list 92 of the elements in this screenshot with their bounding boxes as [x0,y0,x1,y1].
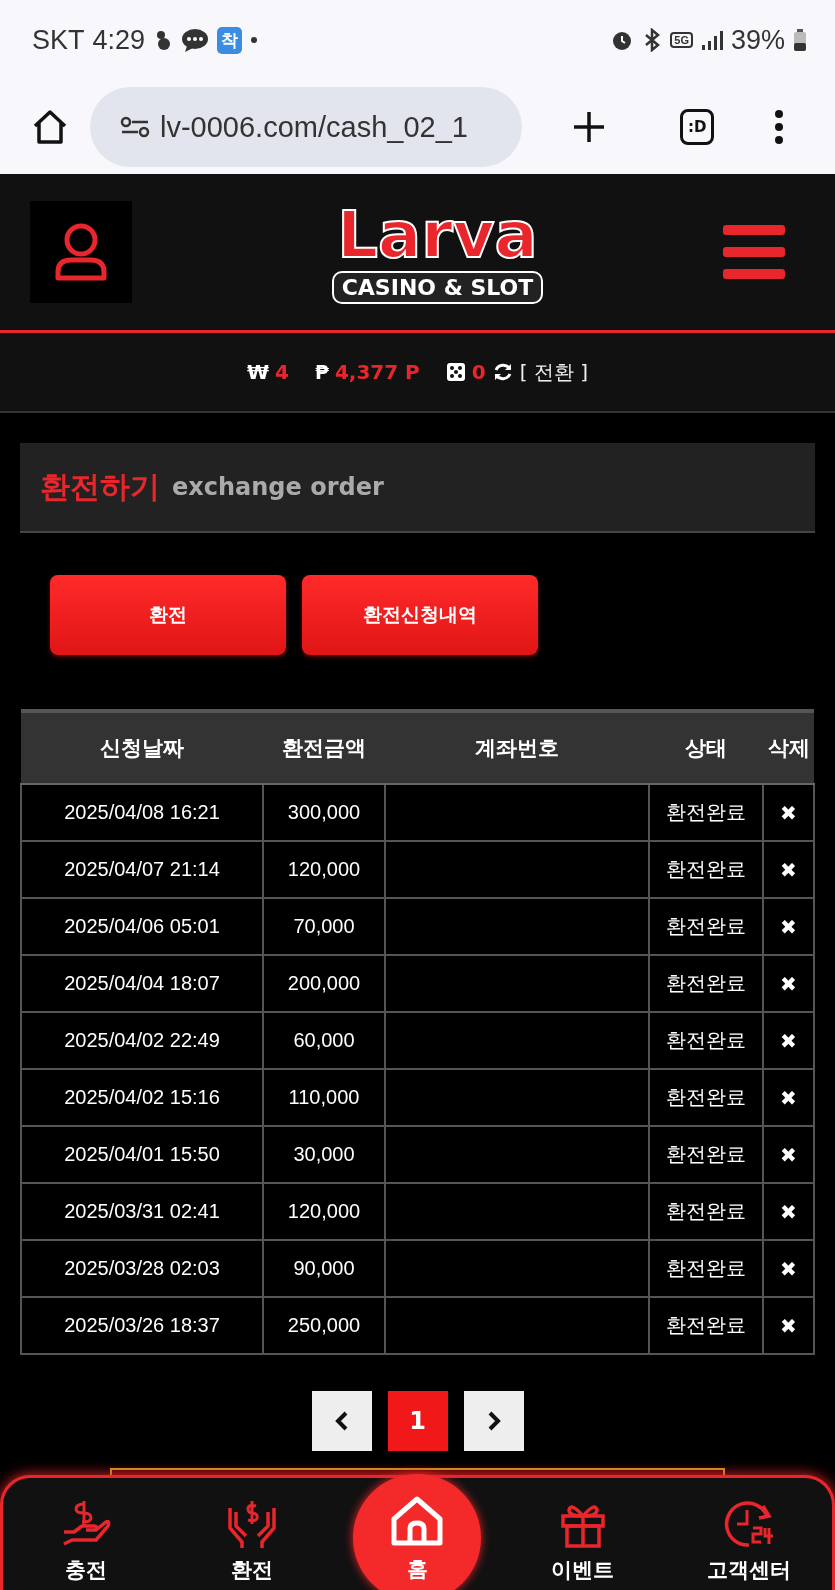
logo-subtitle: CASINO & SLOT [331,270,544,304]
column-header: 삭제 [763,711,814,784]
table-cell: 2025/04/04 18:07 [21,955,263,1012]
delete-button[interactable]: ✖ [780,1028,797,1053]
section-subtitle: exchange order [172,473,384,501]
delete-button[interactable]: ✖ [780,1313,797,1338]
table-cell: 250,000 [263,1297,385,1354]
plus-icon[interactable] [572,110,606,144]
exchange-tab-button[interactable]: 환전 [50,575,286,655]
delete-button[interactable]: ✖ [780,857,797,882]
column-header: 환전금액 [263,711,385,784]
address-bar[interactable]: lv-0006.com/cash_02_1 [90,87,522,167]
table-cell: 2025/03/28 02:03 [21,1240,263,1297]
table-cell: 2025/04/08 16:21 [21,784,263,841]
table-cell: 환전완료 [649,1012,763,1069]
carrier-text: SKT [32,24,85,56]
hands-coin-icon [226,1498,279,1550]
user-icon [53,222,109,282]
nav-item[interactable]: 충전 [21,1498,152,1584]
table-cell: 2025/04/02 15:16 [21,1069,263,1126]
table-cell: 300,000 [263,784,385,841]
exchange-tab-button[interactable]: 환전신청내역 [302,575,538,655]
table-cell: 환전완료 [649,841,763,898]
table-cell: 2025/04/07 21:14 [21,841,263,898]
page-button[interactable]: 1 [387,1391,448,1451]
table-cell: 환전완료 [649,1069,763,1126]
delete-button[interactable]: ✖ [780,914,797,939]
table-cell: 120,000 [263,841,385,898]
table-cell: 환전완료 [649,955,763,1012]
table-cell: 70,000 [263,898,385,955]
table-cell: 환전완료 [649,1297,763,1354]
table-cell: 환전완료 [649,898,763,955]
user-button[interactable] [30,201,132,303]
nav-label: 고객센터 [706,1557,791,1584]
app-badge: 착 [217,26,243,54]
cash-balance: 4 [275,360,289,384]
chevron-left-icon [333,1410,350,1432]
delete-button[interactable]: ✖ [780,1142,797,1167]
home-nav-button[interactable]: 홈 [353,1474,482,1590]
table-cell: 2025/03/31 02:41 [21,1183,263,1240]
tab-switcher-button[interactable]: :D [680,109,715,145]
nav-label: 이벤트 [551,1557,615,1584]
point-symbol: ₱ [314,360,329,384]
table-cell: 환전완료 [649,784,763,841]
table-cell: 2025/04/02 22:49 [21,1012,263,1069]
battery-icon [793,28,807,52]
column-header: 상태 [649,711,763,784]
dot-icon [250,36,259,44]
dice-icon [445,362,466,382]
nav-label: 충전 [65,1557,108,1584]
delete-button[interactable]: ✖ [780,971,797,996]
next-page-button[interactable] [463,1391,524,1451]
more-icon[interactable] [774,109,785,145]
table-cell: 90,000 [263,1240,385,1297]
delete-button[interactable]: ✖ [780,1085,797,1110]
table-cell: 2025/03/26 18:37 [21,1297,263,1354]
menu-icon[interactable] [723,225,785,279]
table-cell: 120,000 [263,1183,385,1240]
table-cell: 환전완료 [649,1126,763,1183]
delete-button[interactable]: ✖ [780,1199,797,1224]
table-cell: 2025/04/01 15:50 [21,1126,263,1183]
delete-button[interactable]: ✖ [780,800,797,825]
network-text: 5G [670,32,693,48]
logo-title: Larva [337,200,538,271]
section-title: 환전하기 [40,467,160,506]
signal-icon [700,29,723,51]
table-cell: 2025/04/06 05:01 [21,898,263,955]
table-cell: 110,000 [263,1069,385,1126]
previous-page-button[interactable] [311,1391,372,1451]
table-cell: 200,000 [263,955,385,1012]
table-cell: 60,000 [263,1012,385,1069]
nav-label: 홈 [406,1556,428,1583]
chat-bubble-icon [181,28,210,52]
chip-balance: 0 [471,360,486,384]
nav-item[interactable]: 환전 [187,1498,318,1584]
nav-item[interactable]: 고객센터 [683,1498,814,1584]
battery-text: 39% [730,24,785,56]
table-cell: 환전완료 [649,1183,763,1240]
convert-link[interactable]: [ 전환 ] [519,358,588,386]
table-cell: 환전완료 [649,1240,763,1297]
column-header: 신청날짜 [21,711,263,784]
table-cell: 30,000 [263,1126,385,1183]
clock-24-icon [722,1498,775,1550]
column-header: 계좌번호 [385,711,649,784]
url-text: lv-0006.com/cash_02_1 [160,110,468,144]
nav-label: 환전 [231,1557,274,1584]
won-symbol: ₩ [246,360,270,384]
site-settings-icon[interactable] [120,115,150,139]
point-balance: 4,377 P [334,360,420,384]
delete-button[interactable]: ✖ [780,1256,797,1281]
clock-text: 4:29 [92,24,146,56]
nav-item[interactable]: 이벤트 [517,1498,648,1584]
